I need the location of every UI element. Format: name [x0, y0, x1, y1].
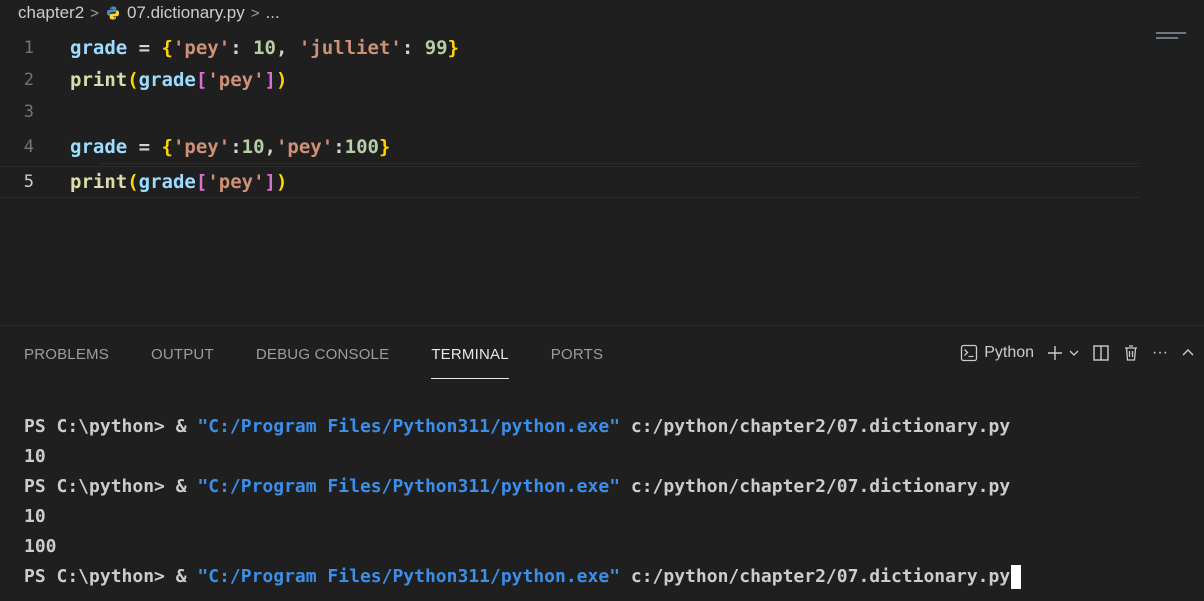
breadcrumb-tail[interactable]: ... — [266, 3, 280, 23]
code-token: print — [70, 171, 128, 193]
line-number: 4 — [23, 137, 34, 157]
terminal-selector[interactable]: Python — [960, 344, 1034, 362]
code-text: print(grade['pey']) — [70, 69, 287, 91]
code-token: 'pey' — [172, 136, 231, 158]
tab-terminal[interactable]: TERMINAL — [431, 346, 509, 379]
terminal-prompt: PS C:\python> & — [24, 476, 198, 497]
tab-ports[interactable]: PORTS — [551, 346, 603, 378]
split-icon — [1093, 345, 1109, 361]
chevron-right-icon: > — [90, 4, 99, 22]
terminal-icon — [961, 344, 978, 362]
terminal-cursor — [1011, 565, 1022, 589]
terminal-command-line: PS C:\python> & "C:/Program Files/Python… — [24, 412, 1194, 442]
code-token: = — [127, 37, 162, 59]
code-line[interactable]: 2 print(grade['pey']) — [0, 64, 1140, 96]
terminal-command-line: PS C:\python> & "C:/Program Files/Python… — [24, 562, 1194, 592]
panel-actions: Python ··· — [948, 344, 1196, 362]
code-token: print — [70, 69, 128, 91]
code-token: : — [333, 136, 345, 158]
code-token: 'pey' — [172, 37, 231, 59]
code-token: , — [264, 136, 276, 158]
terminal-output-line: 10 — [24, 506, 46, 527]
code-token: grade — [70, 37, 128, 59]
code-token: { — [161, 37, 173, 59]
trash-icon — [1125, 345, 1138, 361]
code-line[interactable]: 3 — [0, 96, 1140, 128]
terminal-prompt: PS C:\python> & — [24, 566, 198, 587]
breadcrumb-folder[interactable]: chapter2 — [18, 3, 84, 23]
breadcrumb-file[interactable]: 07.dictionary.py — [127, 3, 245, 23]
code-token: = — [127, 136, 162, 158]
tab-debug-console[interactable]: DEBUG CONSOLE — [256, 346, 389, 378]
code-token: grade — [138, 69, 196, 91]
panel-tabs: PROBLEMS OUTPUT DEBUG CONSOLE TERMINAL PORTS — [24, 346, 645, 379]
terminal-name: Python — [984, 344, 1035, 361]
code-token: [ — [195, 69, 208, 91]
terminal-output[interactable]: PS C:\python> & "C:/Program Files/Python… — [24, 412, 1194, 592]
line-number: 1 — [23, 38, 34, 58]
code-token: ] — [264, 171, 276, 193]
terminal-exe-path: "C:/Program Files/Python311/python.exe" — [197, 416, 621, 437]
code-token: ) — [275, 171, 288, 193]
code-token: } — [378, 136, 391, 158]
terminal-prompt: PS C:\python> & — [24, 416, 198, 437]
code-token: grade — [138, 171, 196, 193]
minimap[interactable] — [1156, 32, 1186, 44]
terminal-output-line: 100 — [24, 536, 57, 557]
code-token: ) — [275, 69, 288, 91]
code-token: grade — [70, 136, 128, 158]
code-token: } — [447, 37, 460, 59]
chevron-right-icon: > — [250, 4, 260, 22]
code-token: 'pey' — [207, 171, 265, 193]
tab-problems[interactable]: PROBLEMS — [24, 346, 109, 378]
code-token: [ — [195, 171, 208, 193]
code-token: 100 — [344, 136, 379, 158]
code-text: grade = {'pey': 10, 'julliet': 99} — [70, 37, 459, 59]
code-token: ( — [127, 171, 139, 193]
line-number: 2 — [23, 70, 34, 90]
breadcrumb: chapter2 > 07.dictionary.py > ... — [0, 0, 1204, 26]
code-token: : — [230, 136, 242, 158]
code-editor[interactable]: 1 grade = {'pey': 10, 'julliet': 99} 2 prin… — [0, 32, 1204, 325]
terminal-exe-path: "C:/Program Files/Python311/python.exe" — [197, 476, 621, 497]
tab-output[interactable]: OUTPUT — [151, 346, 214, 378]
chevron-down-icon[interactable] — [1068, 347, 1080, 359]
python-file-icon — [106, 6, 119, 20]
line-number: 5 — [23, 172, 34, 192]
new-terminal-button[interactable] — [1046, 344, 1080, 362]
terminal-script-path: c:/python/chapter2/07.dictionary.py — [620, 566, 1011, 587]
code-token: ( — [127, 69, 139, 91]
bottom-panel: PROBLEMS OUTPUT DEBUG CONSOLE TERMINAL PORTS… — [0, 325, 1204, 601]
code-line[interactable]: 5 print(grade['pey']) — [0, 166, 1140, 198]
plus-icon — [1048, 346, 1063, 360]
code-token: , — [275, 37, 299, 59]
code-text: grade = {'pey':10,'pey':100} — [70, 136, 390, 158]
terminal-script-path: c:/python/chapter2/07.dictionary.py — [620, 416, 1011, 437]
code-line[interactable]: 4 grade = {'pey':10,'pey':100} — [0, 131, 1140, 163]
code-token: 'pey' — [275, 136, 334, 158]
code-token: : — [401, 37, 425, 59]
code-token: 10 — [253, 37, 276, 59]
split-terminal-button[interactable] — [1092, 344, 1110, 362]
code-text: print(grade['pey']) — [70, 171, 287, 193]
code-token: 10 — [241, 136, 265, 158]
code-token: : — [230, 37, 254, 59]
code-token: ] — [264, 69, 276, 91]
chevron-up-icon — [1182, 349, 1194, 356]
code-token: 'pey' — [207, 69, 265, 91]
terminal-command-line: PS C:\python> & "C:/Program Files/Python… — [24, 472, 1194, 502]
maximize-panel-button[interactable] — [1180, 345, 1196, 361]
terminal-exe-path: "C:/Program Files/Python311/python.exe" — [197, 566, 621, 587]
kill-terminal-button[interactable] — [1122, 344, 1140, 362]
line-number: 3 — [23, 102, 34, 122]
code-line[interactable]: 1 grade = {'pey': 10, 'julliet': 99} — [0, 32, 1140, 64]
code-token: 99 — [424, 37, 448, 59]
terminal-script-path: c:/python/chapter2/07.dictionary.py — [620, 476, 1011, 497]
terminal-output-line: 10 — [24, 446, 46, 467]
divider — [100, 163, 1140, 164]
code-token: 'julliet' — [298, 37, 402, 59]
code-token: { — [161, 136, 173, 158]
more-actions-button[interactable]: ··· — [1152, 344, 1168, 362]
